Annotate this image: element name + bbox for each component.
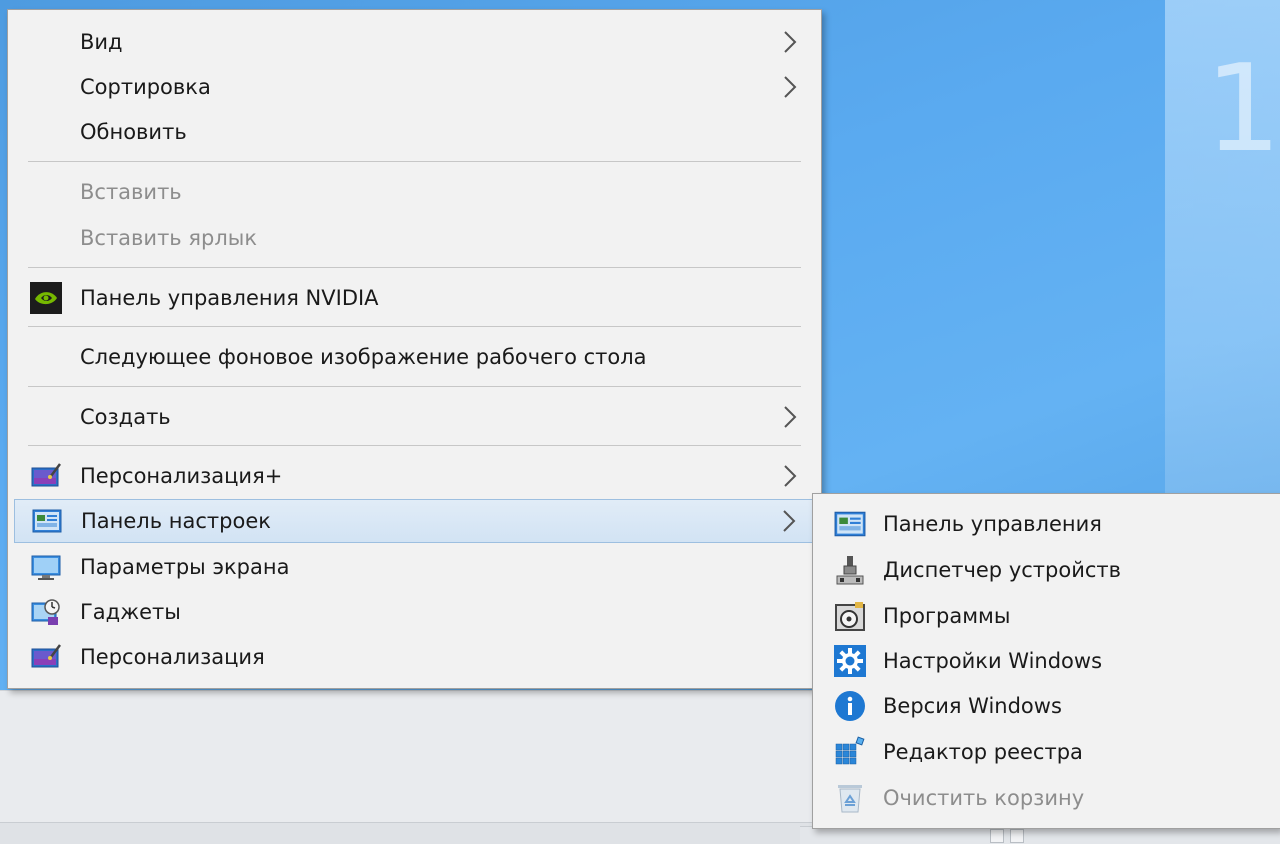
- menu-separator: [28, 161, 801, 162]
- chevron-right-icon: [783, 510, 796, 532]
- control-panel-icon: [833, 507, 867, 541]
- menu-item-nvidia-control-panel[interactable]: Панель управления NVIDIA: [14, 276, 815, 320]
- submenu-item-label: Диспетчер устройств: [883, 558, 1122, 582]
- menu-item-personalization-plus[interactable]: Персонализация+: [14, 454, 815, 498]
- device-manager-icon: [833, 553, 867, 587]
- menu-item-label: Создать: [80, 405, 171, 429]
- menu-item-label: Параметры экрана: [80, 555, 290, 579]
- menu-separator: [28, 267, 801, 268]
- menu-separator: [28, 326, 801, 327]
- personalization-icon: [30, 460, 62, 492]
- submenu-item-label: Настройки Windows: [883, 649, 1103, 673]
- recycle-bin-icon: [833, 781, 867, 815]
- nvidia-icon: [30, 282, 62, 314]
- chevron-right-icon: [784, 406, 797, 428]
- registry-icon: [833, 735, 867, 769]
- menu-item-label: Сортировка: [80, 75, 211, 99]
- settings-panel-submenu: Панель управления Диспетчер устройств Пр…: [812, 493, 1280, 829]
- menu-item-label: Персонализация: [80, 645, 265, 669]
- submenu-item-empty-recycle-bin[interactable]: Очистить корзину: [813, 776, 1280, 820]
- menu-item-paste[interactable]: Вставить: [14, 170, 815, 214]
- menu-item-refresh[interactable]: Обновить: [14, 110, 815, 154]
- submenu-item-label: Панель управления: [883, 512, 1102, 536]
- menu-item-label: Персонализация+: [80, 464, 283, 488]
- desktop-context-menu: Вид Сортировка Обновить Вставить Вставит…: [7, 9, 822, 689]
- submenu-item-label: Редактор реестра: [883, 740, 1083, 764]
- menu-item-label: Вставить ярлык: [80, 226, 258, 250]
- widget-glyph: 1: [1205, 40, 1280, 179]
- gear-icon: [833, 644, 867, 678]
- submenu-item-windows-version[interactable]: Версия Windows: [813, 684, 1280, 728]
- gadgets-icon: [30, 596, 62, 628]
- submenu-item-programs[interactable]: Программы: [813, 594, 1280, 638]
- submenu-item-control-panel[interactable]: Панель управления: [813, 502, 1280, 546]
- chevron-right-icon: [784, 31, 797, 53]
- submenu-item-label: Программы: [883, 604, 1011, 628]
- display-icon: [30, 551, 62, 583]
- scroll-button[interactable]: [990, 829, 1004, 843]
- menu-item-view[interactable]: Вид: [14, 20, 815, 64]
- menu-item-new[interactable]: Создать: [14, 395, 815, 439]
- menu-item-label: Следующее фоновое изображение рабочего с…: [80, 345, 647, 369]
- background-window-strip: [0, 822, 820, 844]
- programs-icon: [833, 599, 867, 633]
- menu-item-label: Гаджеты: [80, 600, 181, 624]
- info-icon: [833, 689, 867, 723]
- scroll-button[interactable]: [1010, 829, 1024, 843]
- submenu-item-label: Очистить корзину: [883, 786, 1085, 810]
- menu-item-settings-panel[interactable]: Панель настроек: [14, 499, 815, 543]
- menu-item-label: Панель управления NVIDIA: [80, 286, 379, 310]
- menu-item-paste-shortcut[interactable]: Вставить ярлык: [14, 216, 815, 260]
- submenu-item-device-manager[interactable]: Диспетчер устройств: [813, 548, 1280, 592]
- menu-item-gadgets[interactable]: Гаджеты: [14, 590, 815, 634]
- chevron-right-icon: [784, 465, 797, 487]
- menu-item-next-background[interactable]: Следующее фоновое изображение рабочего с…: [14, 335, 815, 379]
- submenu-item-label: Версия Windows: [883, 694, 1062, 718]
- control-panel-icon: [31, 505, 63, 537]
- menu-item-label: Панель настроек: [81, 509, 271, 533]
- submenu-item-registry-editor[interactable]: Редактор реестра: [813, 730, 1280, 774]
- menu-item-label: Обновить: [80, 120, 187, 144]
- desktop-widget-panel: 1: [1165, 0, 1280, 500]
- menu-item-label: Вставить: [80, 180, 182, 204]
- menu-separator: [28, 445, 801, 446]
- menu-item-personalization[interactable]: Персонализация: [14, 635, 815, 679]
- background-window: [0, 690, 820, 844]
- menu-item-sort[interactable]: Сортировка: [14, 65, 815, 109]
- personalization-icon: [30, 641, 62, 673]
- chevron-right-icon: [784, 76, 797, 98]
- menu-item-display-settings[interactable]: Параметры экрана: [14, 545, 815, 589]
- menu-separator: [28, 386, 801, 387]
- submenu-item-windows-settings[interactable]: Настройки Windows: [813, 639, 1280, 683]
- menu-item-label: Вид: [80, 30, 123, 54]
